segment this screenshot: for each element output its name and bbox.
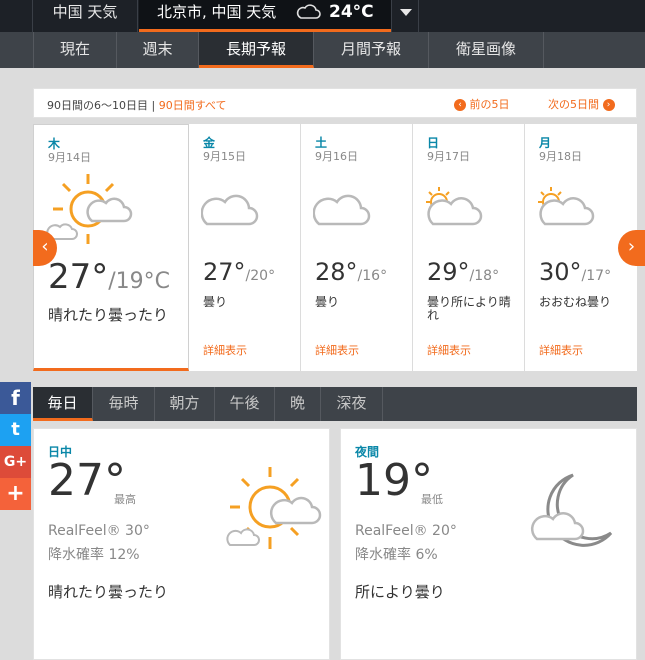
day-phrase: 曇り [203, 295, 228, 309]
mostly-sunny-icon [226, 467, 322, 549]
day-cards: 木 9月14日 27°/19°C 晴れたり曇ったり 金 9月15日 27°/20… [33, 124, 637, 371]
day-date: 9月15日 [203, 150, 246, 163]
high-temp: 27° [203, 258, 246, 286]
low-temp: /17° [581, 268, 612, 284]
detail-link[interactable]: 詳細表示 [539, 342, 583, 358]
twitter-share-button[interactable]: t [0, 414, 31, 446]
day-phrase: 曇り所により晴れ [427, 295, 511, 322]
tab-overnight[interactable]: 深夜 [321, 387, 383, 421]
high-temp: 30° [539, 258, 582, 286]
daytime-tag: 最高 [114, 493, 136, 506]
day-phrase: おおむね曇り [539, 295, 612, 309]
day-temps: 28°/16° [315, 258, 387, 286]
daytime-card: 日中 27° 最高 RealFeel® 30° 降水確率 12% 晴れたり曇った… [33, 428, 330, 660]
main-nav: 現在 週末 長期予報 月間予報 衛星画像 [0, 32, 645, 68]
daytime-precip: 降水確率 12% [48, 547, 140, 563]
tab-monthly[interactable]: 月間予報 [314, 32, 429, 68]
prev-arrow-icon: ‹ [454, 99, 466, 111]
range-text-wrap: 90日間の6～10日目 | 90日間すべて [47, 97, 227, 113]
day-date: 9月18日 [539, 150, 582, 163]
current-city[interactable]: 北京市, 中国 天気 24°C [139, 0, 391, 32]
forecast-range-header: 90日間の6～10日目 | 90日間すべて ‹ 前の5日 次の5日間 › [33, 88, 637, 118]
low-temp: /16° [357, 268, 388, 284]
tab-morning[interactable]: 朝方 [155, 387, 215, 421]
time-of-day-tabs: 毎日 毎時 朝方 午後 晩 深夜 [33, 387, 637, 421]
tab-evening[interactable]: 晩 [275, 387, 321, 421]
prev-5-days-link[interactable]: ‹ 前の5日 [454, 96, 510, 112]
high-temp: 27° [48, 257, 109, 297]
low-temp: /19°C [108, 269, 171, 294]
cloudy-icon [313, 194, 371, 226]
chevron-down-icon [400, 9, 412, 16]
partly-sunny-icon [538, 187, 595, 226]
nighttime-precip: 降水確率 6% [355, 547, 438, 563]
next-label: 次の5日間 [548, 98, 599, 111]
next-arrow-icon: › [602, 99, 615, 111]
google-plus-share-button[interactable]: G+ [0, 446, 31, 478]
day-card-fri[interactable]: 金 9月15日 27°/20° 曇り 詳細表示 [189, 124, 301, 371]
facebook-share-button[interactable]: f [0, 382, 31, 414]
day-card-sun[interactable]: 日 9月17日 29°/18° 曇り所により晴れ 詳細表示 [413, 124, 525, 371]
day-phrase: 曇り [315, 295, 340, 309]
day-date: 9月17日 [427, 150, 470, 163]
more-share-button[interactable]: + [0, 478, 31, 510]
all-90-days-link[interactable]: 90日間すべて [159, 99, 227, 112]
nighttime-tag: 最低 [421, 493, 443, 506]
tab-hourly[interactable]: 毎時 [93, 387, 155, 421]
daytime-realfeel: RealFeel® 30° [48, 523, 150, 539]
daytime-desc: 晴れたり曇ったり [48, 583, 169, 601]
day-temps: 30°/17° [539, 258, 611, 286]
cloud-icon [296, 4, 321, 19]
location-dropdown[interactable] [391, 0, 419, 32]
high-temp: 28° [315, 258, 358, 286]
day-temps: 27°/20° [203, 258, 275, 286]
city-label: 北京市, 中国 天気 [157, 3, 277, 21]
day-date: 9月16日 [315, 150, 358, 163]
detail-link[interactable]: 詳細表示 [203, 342, 247, 358]
partly-sunny-icon [426, 187, 483, 226]
prev-label: 前の5日 [469, 98, 510, 111]
country-weather-link[interactable]: 中国 天気 [32, 0, 138, 32]
detail-link[interactable]: 詳細表示 [315, 342, 359, 358]
low-temp: /18° [469, 268, 500, 284]
nighttime-realfeel: RealFeel® 20° [355, 523, 457, 539]
detail-link[interactable]: 詳細表示 [427, 342, 471, 358]
day-phrase: 晴れたり曇ったり [48, 306, 169, 324]
next-5-days-link[interactable]: 次の5日間 › [548, 96, 615, 112]
day-date: 9月14日 [48, 151, 91, 164]
mostly-sunny-icon [46, 174, 133, 244]
nighttime-card: 夜間 19° 最低 RealFeel® 20° 降水確率 6% 所により曇り [340, 428, 637, 660]
cloudy-icon [201, 194, 259, 226]
tab-afternoon[interactable]: 午後 [215, 387, 275, 421]
tab-weekend[interactable]: 週末 [117, 32, 199, 68]
low-temp: /20° [245, 268, 276, 284]
high-temp: 29° [427, 258, 470, 286]
top-bar: 中国 天気 北京市, 中国 天気 24°C [0, 0, 645, 32]
range-text: 90日間の6～10日目 | [47, 99, 159, 112]
day-temps: 29°/18° [427, 258, 499, 286]
day-temps: 27°/19°C [48, 257, 170, 297]
tab-daily[interactable]: 毎日 [33, 387, 93, 421]
current-temp: 24°C [329, 2, 374, 22]
moon-cloud-icon [530, 473, 613, 547]
tab-current[interactable]: 現在 [33, 32, 117, 68]
nighttime-desc: 所により曇り [355, 583, 445, 601]
tab-satellite[interactable]: 衛星画像 [429, 32, 544, 68]
tab-long-range[interactable]: 長期予報 [199, 32, 314, 68]
day-card-sat[interactable]: 土 9月16日 28°/16° 曇り 詳細表示 [301, 124, 413, 371]
